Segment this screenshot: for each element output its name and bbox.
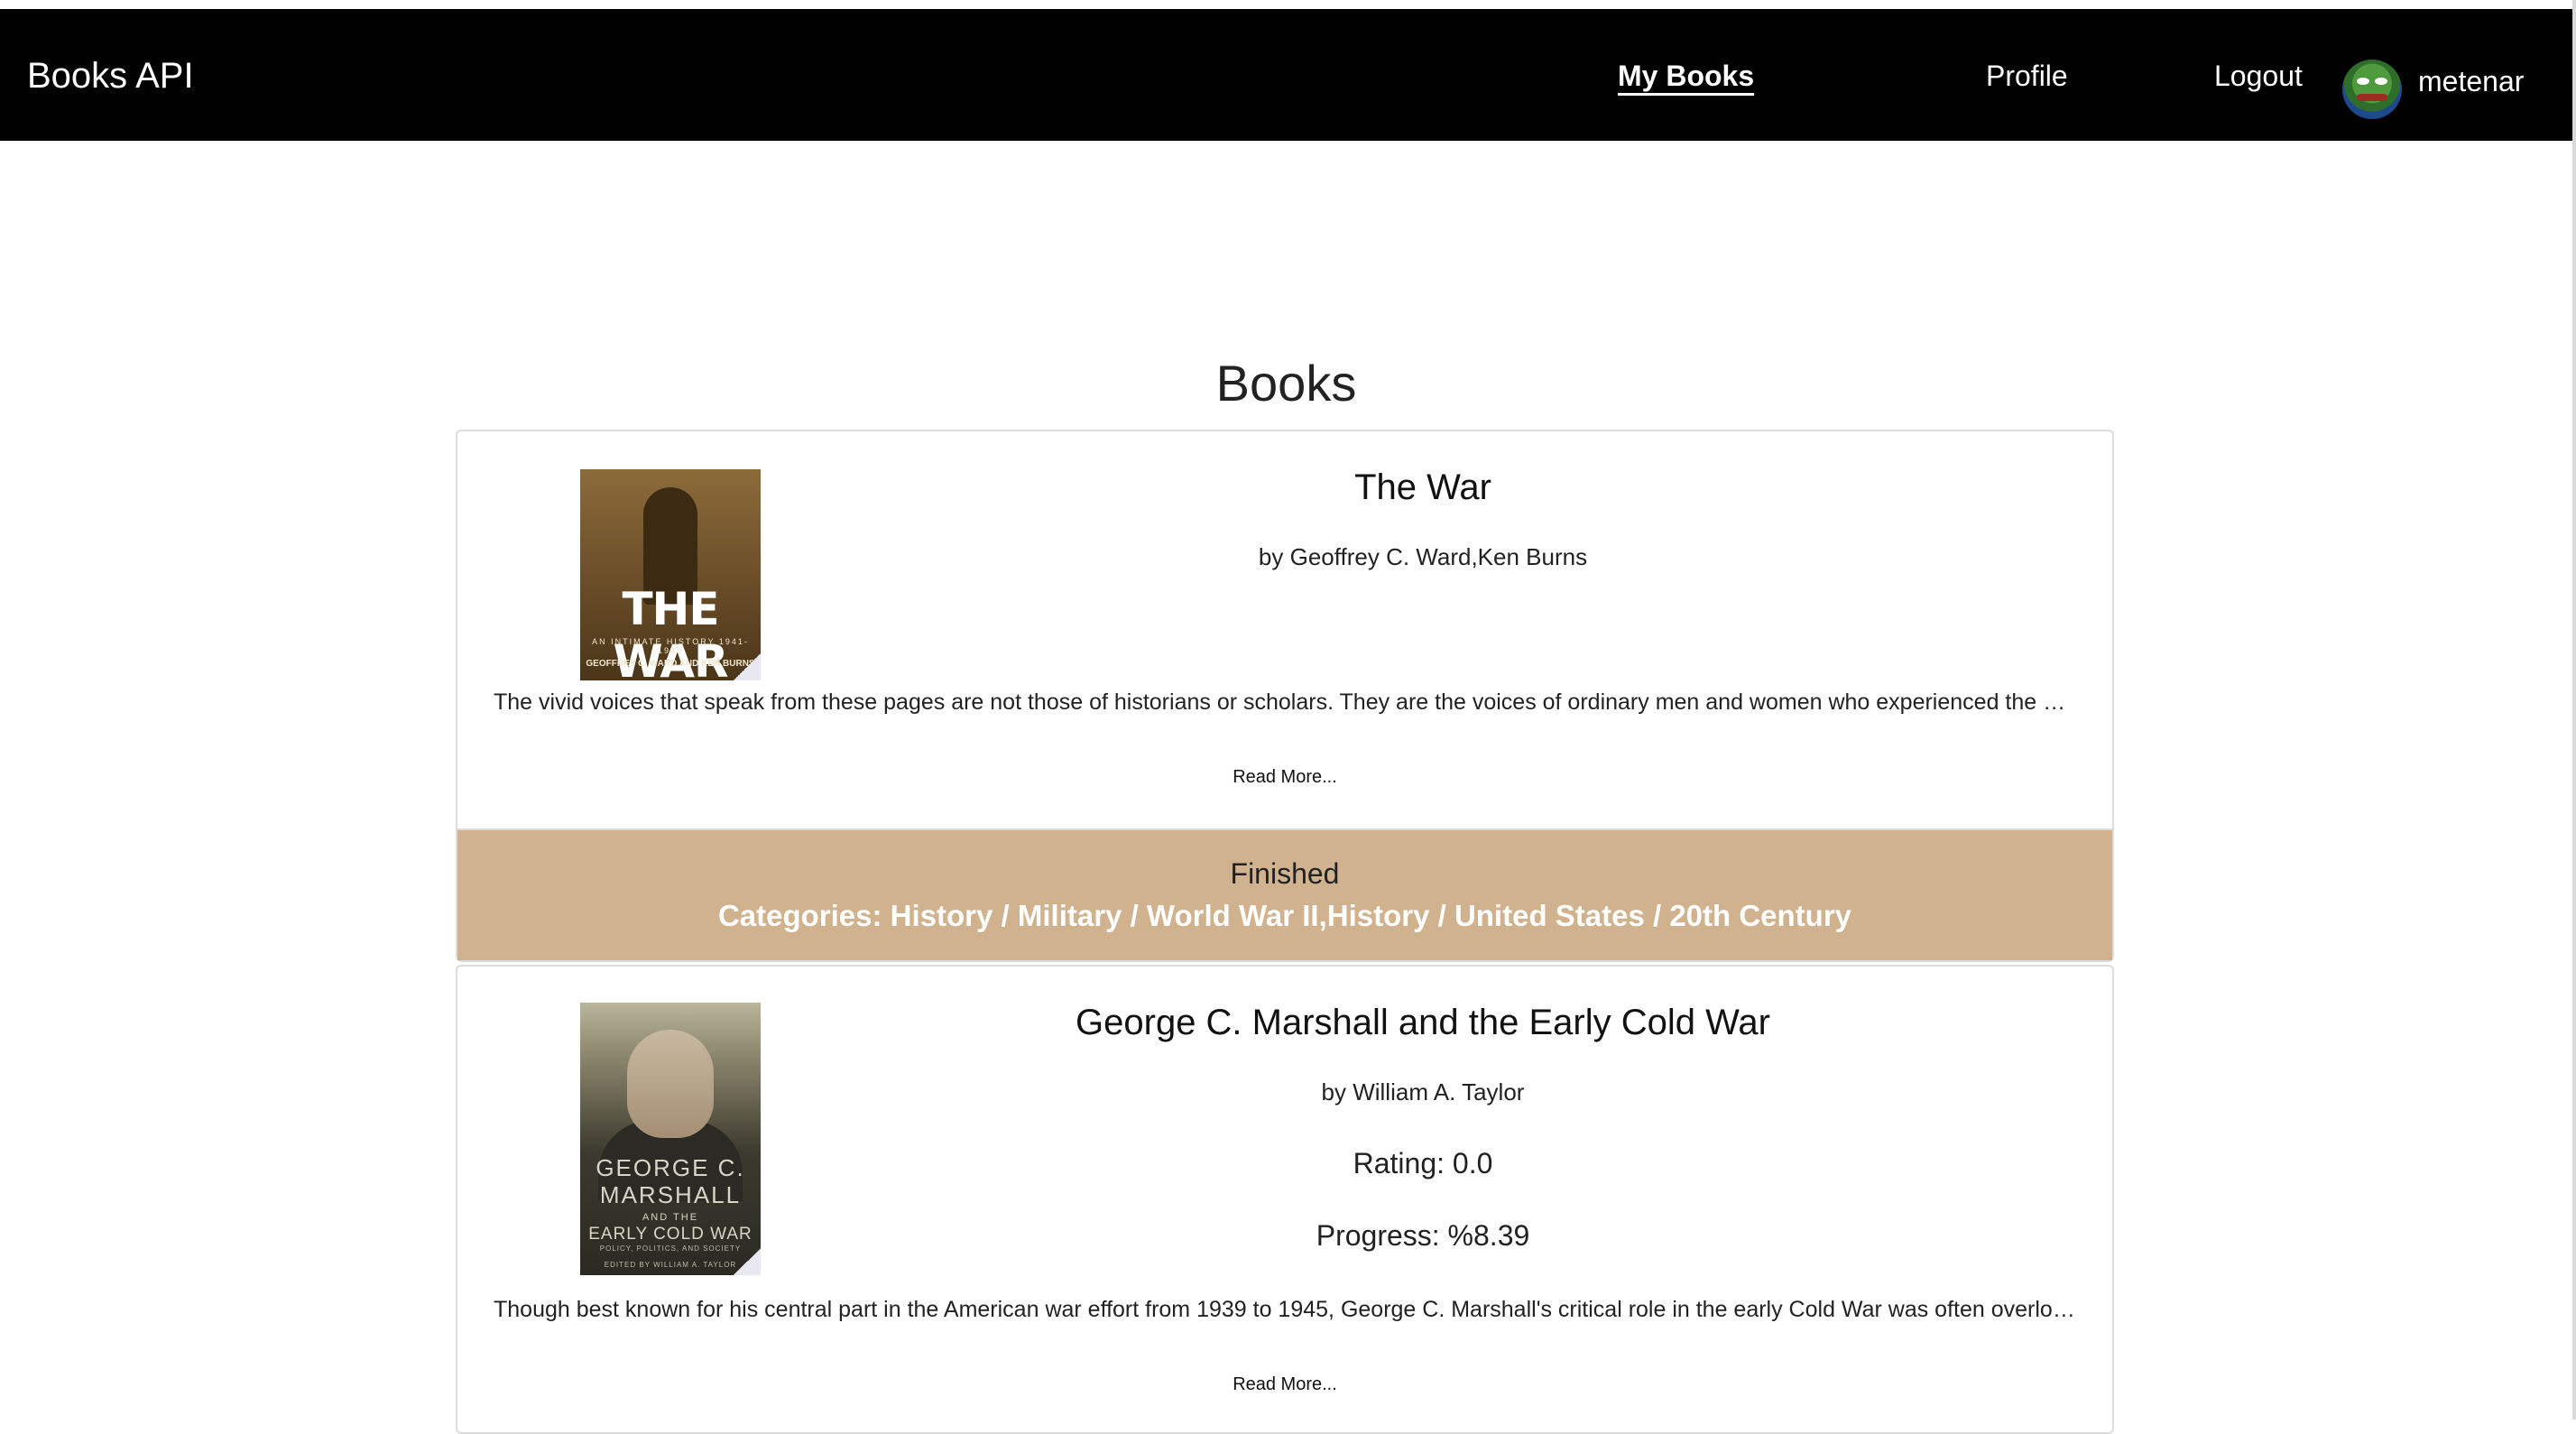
avatar[interactable] [2342,60,2402,119]
nav-profile[interactable]: Profile [1986,60,2068,93]
page-edge [2572,0,2576,1420]
read-more-link[interactable]: Read More... [457,767,2112,788]
book-card: THE WAR AN INTIMATE HISTORY 1941-1945 GE… [456,430,2114,962]
page-title: Books [1215,355,1357,412]
username[interactable]: metenar [2418,65,2524,98]
book-title: George C. Marshall and the Early Cold Wa… [1076,1003,1770,1042]
cover-page-curl [734,653,761,680]
cover-text-line: AND THE [642,1212,699,1223]
book-description: Though best known for his central part i… [494,1297,2078,1322]
book-rating: Rating: 0.0 [1353,1147,1493,1180]
nav-logout[interactable]: Logout [2214,60,2303,93]
avatar-eye-left [2357,78,2369,85]
card-footer: Finished Categories: History / Military … [457,828,2112,960]
nav-my-books[interactable]: My Books [1618,60,1754,93]
book-cover-image[interactable]: GEORGE C. MARSHALL AND THE EARLY COLD WA… [580,1003,761,1275]
cover-text-line: EARLY COLD WAR [588,1225,752,1244]
navbar: Books API My Books Profile Logout metena… [0,9,2572,141]
book-cover-image[interactable]: THE WAR AN INTIMATE HISTORY 1941-1945 GE… [580,469,761,680]
book-card: GEORGE C. MARSHALL AND THE EARLY COLD WA… [456,965,2114,1434]
book-title: The War [1354,467,1491,507]
book-progress: Progress: %8.39 [1316,1219,1530,1252]
cover-portrait-face [627,1030,714,1138]
book-author: by William A. Taylor [1321,1078,1525,1106]
read-more-link[interactable]: Read More... [457,1374,2112,1395]
cover-page-curl [734,1248,761,1275]
cover-subtitle-text: AN INTIMATE HISTORY 1941-1945 [592,637,749,655]
avatar-mouth [2357,94,2387,101]
brand-logo[interactable]: Books API [27,56,194,97]
book-author: by Geoffrey C. Ward,Ken Burns [1258,543,1588,570]
avatar-eye-right [2375,78,2387,85]
cover-text-line: MARSHALL [599,1181,742,1208]
status-badge: Finished [1230,857,1340,890]
book-description: The vivid voices that speak from these p… [494,689,2078,715]
cover-text-line: GEORGE C. [596,1154,745,1181]
book-categories: Categories: History / Military / World W… [717,899,1852,932]
top-strip [0,0,2576,9]
